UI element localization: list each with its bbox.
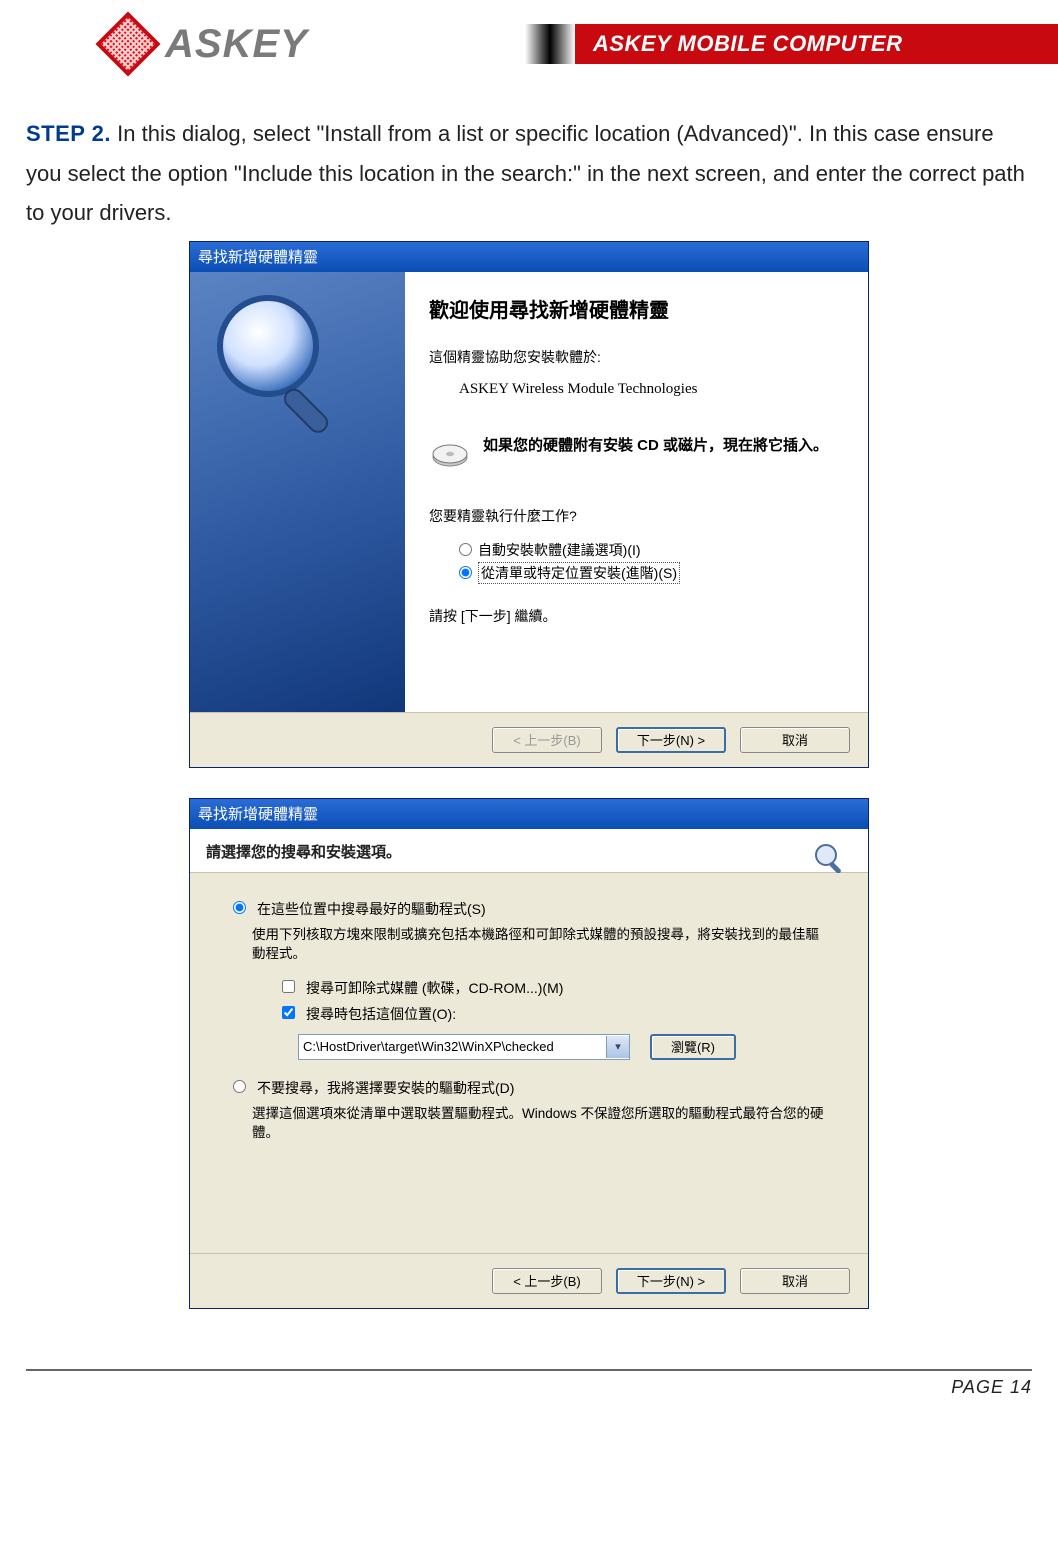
option-no-search[interactable]: 不要搜尋，我將選擇要安裝的驅動程式(D) xyxy=(228,1078,830,1098)
radio-search[interactable] xyxy=(233,901,246,914)
path-combobox[interactable]: C:\HostDriver\target\Win32\WinXP\checked… xyxy=(298,1034,630,1060)
dialog1-cd-text: 如果您的硬體附有安裝 CD 或磁片，現在將它插入。 xyxy=(483,434,828,455)
brand-word: ASKEY xyxy=(165,22,308,67)
option-no-search-label: 不要搜尋，我將選擇要安裝的驅動程式(D) xyxy=(257,1078,514,1098)
dialog2-button-bar: < 上一步(B) 下一步(N) > 取消 xyxy=(190,1253,868,1308)
path-value: C:\HostDriver\target\Win32\WinXP\checked xyxy=(299,1039,606,1054)
radio-advanced[interactable] xyxy=(459,566,472,579)
dialog2-subheader: 請選擇您的搜尋和安裝選項。 xyxy=(190,829,868,873)
wizard-dialog-2: 尋找新增硬體精靈 請選擇您的搜尋和安裝選項。 在這些位置中搜尋最好的驅動程式(S… xyxy=(189,798,869,1309)
option-search-label: 在這些位置中搜尋最好的驅動程式(S) xyxy=(257,899,486,919)
option-advanced-label: 從清單或特定位置安裝(進階)(S) xyxy=(478,562,680,584)
chk-removable-label: 搜尋可卸除式媒體 (軟碟，CD-ROM...)(M) xyxy=(306,978,563,998)
magnifier-icon xyxy=(216,294,356,474)
chk-include[interactable] xyxy=(282,1006,295,1019)
dialog2-back-button[interactable]: < 上一步(B) xyxy=(492,1268,602,1294)
dialog2-next-button[interactable]: 下一步(N) > xyxy=(616,1268,726,1294)
browse-button[interactable]: 瀏覽(R) xyxy=(650,1034,736,1060)
page-footer: PAGE 14 xyxy=(26,1369,1032,1398)
dialog2-subheader-text: 請選擇您的搜尋和安裝選項。 xyxy=(206,844,401,861)
chk-include-label: 搜尋時包括這個位置(O): xyxy=(306,1004,456,1024)
dialog1-back-button[interactable]: < 上一步(B) xyxy=(492,727,602,753)
chk-removable[interactable] xyxy=(282,980,295,993)
header-gradient xyxy=(525,24,575,64)
cd-icon xyxy=(429,434,471,476)
checkbox-removable-media[interactable]: 搜尋可卸除式媒體 (軟碟，CD-ROM...)(M) xyxy=(228,978,830,998)
dialog1-next-button[interactable]: 下一步(N) > xyxy=(616,727,726,753)
option-no-search-desc: 選擇這個選項來從清單中選取裝置驅動程式。Windows 不保證您所選取的驅動程式… xyxy=(228,1104,830,1143)
dialog1-question: 您要精靈執行什麼工作? xyxy=(429,506,848,526)
radio-auto[interactable] xyxy=(459,543,472,556)
dialog1-continue-hint: 請按 [下一步] 繼續。 xyxy=(429,606,848,626)
option-auto-label: 自動安裝軟體(建議選項)(I) xyxy=(478,540,641,560)
header-left: ASKEY xyxy=(0,18,525,70)
page-number: PAGE 14 xyxy=(951,1377,1032,1397)
instruction-paragraph: STEP 2. In this dialog, select "Install … xyxy=(0,78,1058,241)
dialog1-helpline: 這個精靈協助您安裝軟體於: xyxy=(429,347,848,367)
dialog1-device-name: ASKEY Wireless Module Technologies xyxy=(429,381,848,398)
instruction-text: In this dialog, select "Install from a l… xyxy=(26,121,1025,225)
option-search-locations[interactable]: 在這些位置中搜尋最好的驅動程式(S) xyxy=(228,899,830,919)
radio-no-search[interactable] xyxy=(233,1080,246,1093)
dialog2-body: 在這些位置中搜尋最好的驅動程式(S) 使用下列核取方塊來限制或擴充包括本機路徑和… xyxy=(190,873,868,1253)
dialog1-cancel-button[interactable]: 取消 xyxy=(740,727,850,753)
dialog2-cancel-button[interactable]: 取消 xyxy=(740,1268,850,1294)
checkbox-include-location[interactable]: 搜尋時包括這個位置(O): xyxy=(228,1004,830,1024)
step-label: STEP 2. xyxy=(26,121,111,146)
dialog1-welcome: 歡迎使用尋找新增硬體精靈 xyxy=(429,294,848,323)
option-search-desc: 使用下列核取方塊來限制或擴充包括本機路徑和可卸除式媒體的預設搜尋，將安裝找到的最… xyxy=(228,925,830,964)
dialog1-cd-strong: 如果您的硬體附有安裝 CD 或磁片，現在將它插入。 xyxy=(483,437,828,454)
brand-banner: ASKEY MOBILE COMPUTER xyxy=(575,24,1058,64)
page-header: ASKEY ASKEY MOBILE COMPUTER xyxy=(0,0,1058,78)
dialog1-button-bar: < 上一步(B) 下一步(N) > 取消 xyxy=(190,712,868,767)
dialog1-titlebar: 尋找新增硬體精靈 xyxy=(190,242,868,272)
askey-logo-icon xyxy=(95,11,160,76)
dialog1-side-art xyxy=(190,272,405,712)
wizard-dialog-1: 尋找新增硬體精靈 xyxy=(189,241,869,768)
dialog1-main: 歡迎使用尋找新增硬體精靈 這個精靈協助您安裝軟體於: ASKEY Wireles… xyxy=(405,272,868,712)
option-advanced-install[interactable]: 從清單或特定位置安裝(進階)(S) xyxy=(429,562,848,584)
dialog2-titlebar: 尋找新增硬體精靈 xyxy=(190,799,868,829)
chevron-down-icon[interactable]: ▾ xyxy=(606,1036,629,1058)
magnifier-mini-icon xyxy=(812,841,852,877)
option-auto-install[interactable]: 自動安裝軟體(建議選項)(I) xyxy=(429,540,848,560)
